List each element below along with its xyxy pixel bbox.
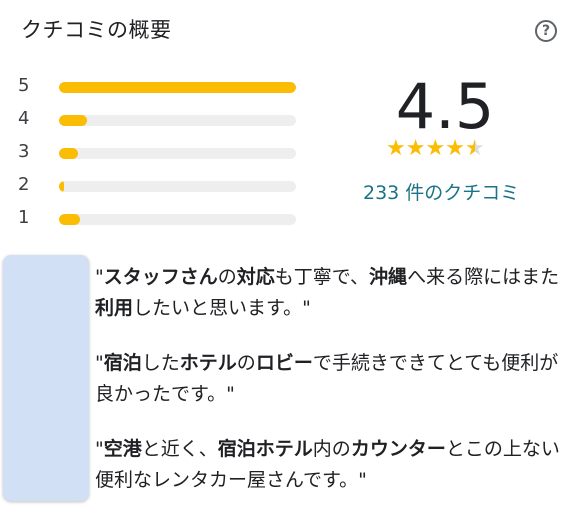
rating-bar-track xyxy=(59,181,296,192)
rating-bar-row-2[interactable]: 2 xyxy=(18,171,308,204)
star-icon: ★ xyxy=(445,136,465,161)
highlighted-keyword: カウンター xyxy=(350,438,446,460)
help-circle-icon[interactable]: ? xyxy=(535,20,557,42)
rating-bar-fill xyxy=(59,181,64,192)
highlighted-keyword: ロビー xyxy=(255,352,313,374)
rating-bar-fill xyxy=(59,115,88,126)
rating-bar-fill xyxy=(59,148,78,159)
rating-bar-row-1[interactable]: 1 xyxy=(18,204,308,237)
review-snippet[interactable]: "宿泊したホテルのロビーで手続きできてとても便利が良かったです。" xyxy=(95,348,565,410)
rating-distribution: 5 4 3 2 1 xyxy=(18,72,308,237)
highlighted-keyword: 利用 xyxy=(95,297,134,319)
star-rating: ★★★★★ xyxy=(386,136,485,161)
review-snippet[interactable]: "スタッフさんの対応も丁寧で、沖縄へ来る際にはまた利用したいと思います。" xyxy=(95,262,565,324)
snippet-text: " xyxy=(95,438,104,460)
snippet-text: へ来る際にはまた xyxy=(407,266,560,288)
star-icon: ★ xyxy=(386,136,406,161)
star-icon: ★ xyxy=(425,136,446,161)
highlighted-keyword: スタッフさん xyxy=(103,266,218,288)
snippet-text: の xyxy=(217,266,237,288)
review-snippets: "スタッフさんの対応も丁寧で、沖縄へ来る際にはまた利用したいと思います。" "宿泊… xyxy=(95,262,565,520)
highlighted-keyword: 空港 xyxy=(103,438,142,460)
snippet-text: の xyxy=(236,352,256,374)
snippet-text: も丁寧で、 xyxy=(274,266,370,288)
rating-bar-track xyxy=(59,115,296,126)
snippet-text: と近く、 xyxy=(141,438,218,460)
reviewer-photo[interactable] xyxy=(3,255,89,501)
rating-bar-track xyxy=(59,214,296,225)
rating-bar-label: 4 xyxy=(18,108,30,129)
rating-bar-row-5[interactable]: 5 xyxy=(18,72,308,105)
rating-bar-track xyxy=(59,148,296,159)
snippet-text: したいと思います。" xyxy=(133,297,311,319)
rating-bar-row-3[interactable]: 3 xyxy=(18,138,308,171)
half-star-icon: ★ xyxy=(464,136,485,161)
highlighted-keyword: 対応 xyxy=(236,266,275,288)
highlighted-keyword: 沖縄 xyxy=(369,266,408,288)
rating-bar-label: 1 xyxy=(18,207,30,228)
review-snippet[interactable]: "空港と近く、宿泊ホテル内のカウンターとこの上ない便利なレンタカー屋さんです。" xyxy=(95,434,565,496)
highlighted-keyword: 宿泊ホテル xyxy=(217,438,313,460)
rating-bar-track xyxy=(59,82,296,93)
rating-bar-fill xyxy=(59,214,81,225)
highlighted-keyword: 宿泊 xyxy=(103,352,142,374)
rating-bar-row-4[interactable]: 4 xyxy=(18,105,308,138)
average-score: 4.5 xyxy=(395,70,495,143)
rating-bar-label: 3 xyxy=(18,141,30,162)
rating-bar-fill xyxy=(59,82,296,93)
snippet-text: " xyxy=(95,352,104,374)
section-title: クチコミの概要 xyxy=(21,18,172,42)
snippet-text: した xyxy=(141,352,180,374)
highlighted-keyword: ホテル xyxy=(179,352,237,374)
star-icon: ★ xyxy=(405,136,426,161)
snippet-text: " xyxy=(95,266,104,288)
snippet-text: 内の xyxy=(312,438,351,460)
rating-bar-label: 5 xyxy=(18,75,30,96)
rating-bar-label: 2 xyxy=(18,174,30,195)
review-count-link[interactable]: 233 件のクチコミ xyxy=(363,178,519,205)
